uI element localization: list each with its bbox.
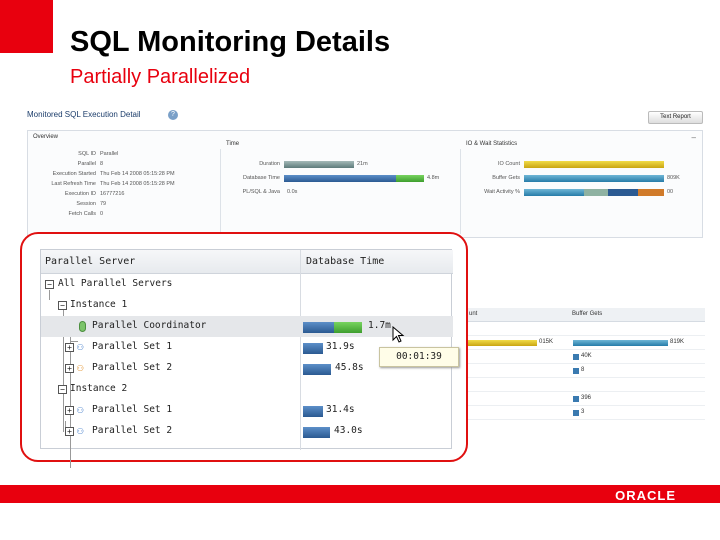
coordinator-icon [79, 321, 86, 332]
io-row: Buffer Gets 809K [492, 174, 680, 182]
time-row: Database Time 4.8m [243, 174, 440, 182]
table-row [457, 322, 705, 336]
expand-icon[interactable]: + [65, 427, 74, 436]
text-report-button[interactable]: Text Report [648, 111, 703, 124]
slide-title: SQL Monitoring Details [70, 26, 391, 58]
tree-row-parallel-set[interactable]: + ⚇ Parallel Set 1 31.4s [41, 400, 453, 421]
table-row: 3 [457, 406, 705, 420]
database-time-bar [303, 322, 362, 333]
duration-bar [284, 160, 354, 168]
table-row: 015K 819K [457, 336, 705, 350]
expand-icon[interactable]: + [65, 364, 74, 373]
tree-row-parallel-set[interactable]: + ⚇ Parallel Set 2 43.0s [41, 421, 453, 442]
database-time-bar [284, 174, 424, 182]
database-time-bar [303, 427, 330, 438]
io-heading: IO & Wait Statistics [466, 141, 518, 147]
collapse-icon[interactable]: − [58, 385, 67, 394]
overview-field: Execution Started Thu Feb 14 2008 05:15:2… [52, 171, 175, 177]
mouse-pointer-icon [392, 326, 405, 343]
parallel-set-icon: ⚇ [77, 361, 84, 374]
divider [460, 149, 461, 234]
column-header-database-time[interactable]: Database Time [306, 256, 384, 267]
help-icon[interactable]: ? [168, 110, 178, 120]
time-row: PL/SQL & Java 0.0s [242, 189, 298, 195]
collapse-icon[interactable]: − [58, 301, 67, 310]
database-time-bar [303, 343, 323, 354]
tree-row-all-servers[interactable]: − All Parallel Servers [41, 274, 453, 295]
table-row [457, 378, 705, 392]
database-time-bar [303, 406, 323, 417]
column-header-parallel-server[interactable]: Parallel Server [45, 256, 135, 267]
io-row: Wait Activity % 00 [484, 188, 674, 196]
divider [220, 149, 221, 234]
table-row: 40K [457, 350, 705, 364]
parallel-set-icon: ⚇ [77, 424, 84, 437]
overview-field: Last Refresh Time Thu Feb 14 2008 05:15:2… [51, 181, 175, 187]
red-corner-block [0, 0, 53, 53]
parallel-set-icon: ⚇ [77, 403, 84, 416]
time-heading: Time [226, 141, 240, 147]
overview-field: Session 79 [76, 201, 107, 207]
overview-field: Execution ID 16777216 [64, 191, 125, 197]
collapse-icon[interactable]: − [45, 280, 54, 289]
oracle-logo: ORACLE [615, 488, 676, 503]
io-row: IO Count [464, 157, 680, 171]
duration-tooltip: 00:01:39 [379, 347, 459, 367]
parallel-set-icon: ⚇ [77, 340, 84, 353]
buffer-gets-bar [524, 174, 664, 182]
time-chart: Duration 21m Database Time 4.8m PL/SQL & J… [224, 157, 439, 199]
overview-panel: Overview – SQL ID Parallel Parallel 8 Exec… [27, 130, 703, 238]
io-count-bar [524, 160, 664, 168]
overview-label: Overview [33, 134, 59, 140]
table-header: unt Buffer Gets [457, 308, 705, 322]
overview-fields: SQL ID Parallel Parallel 8 Execution Start… [30, 149, 175, 219]
footer-bar [0, 485, 720, 503]
activity-table: unt Buffer Gets 015K 819K 40K 8 396 3 [457, 308, 705, 428]
io-chart: IO Count Buffer Gets 809K Wait Activity %… [464, 157, 680, 199]
slide-subtitle: Partially Parallelized [70, 66, 251, 88]
overview-field: SQL ID Parallel [78, 151, 119, 157]
overview-field: Parallel 8 [77, 161, 104, 167]
collapse-icon[interactable]: – [692, 133, 696, 142]
expand-icon[interactable]: + [65, 406, 74, 415]
tree-row-instance-2[interactable]: − Instance 2 [41, 379, 453, 400]
expand-icon[interactable]: + [65, 343, 74, 352]
screenshot-title: Monitored SQL Execution Detail [27, 110, 141, 119]
zoom-callout: Parallel Server Database Time − All Para… [20, 232, 468, 468]
table-row: 8 [457, 364, 705, 378]
table-header: Parallel Server Database Time [41, 250, 453, 274]
overview-field: Fetch Calls 0 [68, 211, 104, 217]
tree-row-instance-1[interactable]: − Instance 1 [41, 295, 453, 316]
table-row: 396 [457, 392, 705, 406]
time-row: Duration 21m [259, 160, 368, 168]
database-time-bar [303, 364, 331, 375]
wait-activity-bar [524, 188, 664, 196]
